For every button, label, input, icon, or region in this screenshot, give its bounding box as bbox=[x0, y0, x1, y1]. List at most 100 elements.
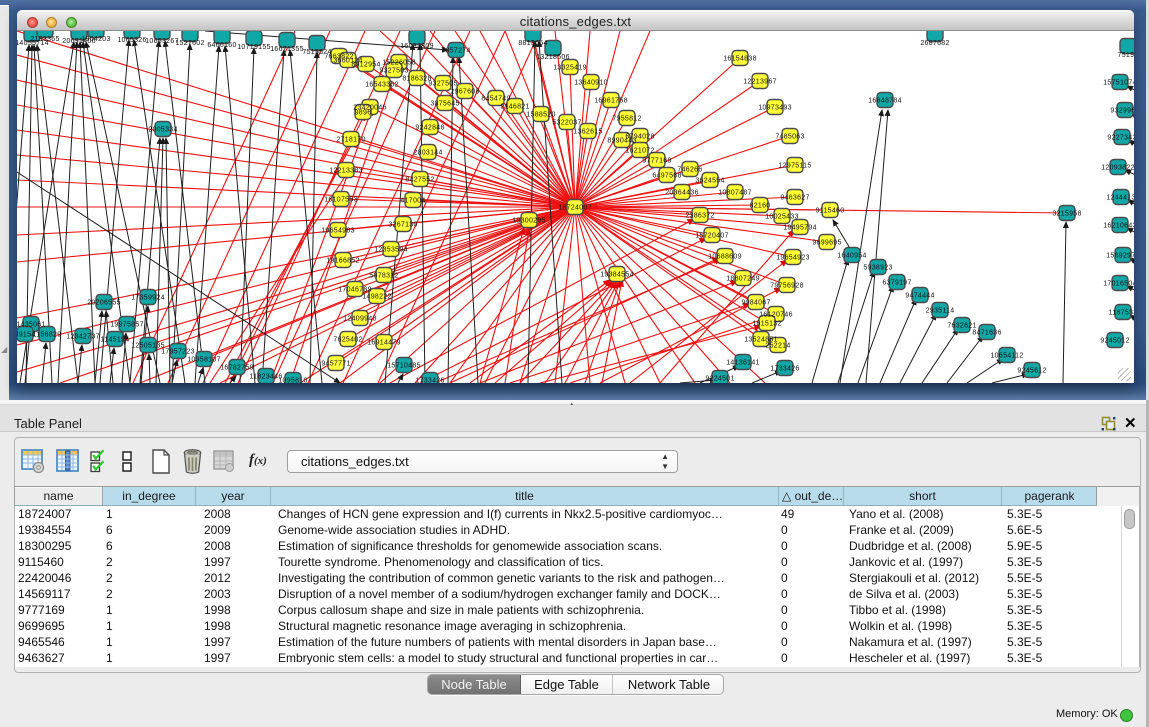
svg-text:9474444: 9474444 bbox=[905, 293, 934, 300]
svg-text:19975857: 19975857 bbox=[110, 322, 144, 329]
svg-text:10719155: 10719155 bbox=[237, 44, 271, 51]
svg-text:3875645: 3875645 bbox=[430, 101, 459, 108]
svg-text:9463627: 9463627 bbox=[780, 195, 809, 202]
svg-text:1804203: 1804203 bbox=[81, 36, 110, 43]
svg-text:19654983: 19654983 bbox=[321, 228, 355, 235]
svg-text:18300295: 18300295 bbox=[512, 218, 546, 225]
svg-text:2803144: 2803144 bbox=[413, 150, 442, 157]
svg-text:16107553: 16107553 bbox=[324, 197, 358, 204]
svg-text:1065326: 1065326 bbox=[117, 37, 146, 44]
svg-text:6379197: 6379197 bbox=[882, 280, 911, 287]
svg-text:10025433: 10025433 bbox=[765, 214, 799, 221]
svg-text:14136141: 14136141 bbox=[726, 360, 760, 367]
svg-text:16914479: 16914479 bbox=[367, 340, 401, 347]
svg-text:2193365: 2193365 bbox=[30, 36, 59, 43]
svg-text:3624554: 3624554 bbox=[695, 178, 724, 185]
svg-text:16154838: 16154838 bbox=[723, 56, 757, 63]
svg-text:9327505: 9327505 bbox=[428, 81, 457, 88]
svg-text:12975115: 12975115 bbox=[778, 163, 811, 170]
svg-text:1621072: 1621072 bbox=[625, 148, 654, 155]
svg-text:82160: 82160 bbox=[750, 203, 771, 210]
svg-text:16543362: 16543362 bbox=[365, 82, 399, 89]
svg-text:5322037: 5322037 bbox=[552, 120, 581, 127]
svg-text:1244413: 1244413 bbox=[1106, 195, 1134, 202]
svg-text:9115460: 9115460 bbox=[816, 208, 845, 215]
svg-text:8912954: 8912954 bbox=[351, 62, 380, 69]
svg-text:12342737: 12342737 bbox=[66, 334, 100, 341]
svg-text:9227343: 9227343 bbox=[1107, 135, 1134, 142]
svg-text:9245612: 9245612 bbox=[1017, 368, 1046, 375]
svg-text:1435061: 1435061 bbox=[17, 322, 46, 329]
svg-text:10654112: 10654112 bbox=[990, 353, 1023, 360]
svg-text:5878312: 5878312 bbox=[369, 273, 398, 280]
svg-text:15751074: 15751074 bbox=[1103, 80, 1134, 87]
svg-text:6466160: 6466160 bbox=[207, 42, 236, 49]
svg-text:12353594: 12353594 bbox=[374, 247, 408, 254]
svg-text:2967608: 2967608 bbox=[450, 89, 479, 96]
svg-text:1167533: 1167533 bbox=[1109, 310, 1134, 317]
svg-text:7955812: 7955812 bbox=[612, 116, 641, 123]
svg-text:19654923: 19654923 bbox=[776, 255, 810, 262]
svg-text:9146821: 9146821 bbox=[500, 104, 529, 111]
svg-text:12213967: 12213967 bbox=[743, 79, 777, 86]
svg-text:3267130: 3267130 bbox=[388, 222, 417, 229]
svg-text:16671355: 16671355 bbox=[270, 46, 304, 53]
svg-text:9777169: 9777169 bbox=[642, 158, 671, 165]
svg-text:8813054: 8813054 bbox=[518, 40, 547, 47]
svg-text:12213383: 12213383 bbox=[329, 168, 363, 175]
svg-text:1527602: 1527602 bbox=[175, 40, 204, 47]
svg-text:16033809: 16033809 bbox=[400, 43, 434, 50]
svg-text:10688609: 10688609 bbox=[708, 254, 742, 261]
svg-text:252214: 252214 bbox=[765, 343, 790, 350]
svg-text:17957223: 17957223 bbox=[161, 349, 195, 356]
svg-text:79756928: 79756928 bbox=[770, 283, 804, 290]
svg-text:10653267: 10653267 bbox=[145, 38, 179, 45]
svg-text:10958107: 10958107 bbox=[187, 357, 221, 364]
svg-text:1640954: 1640954 bbox=[837, 253, 866, 260]
svg-text:8471636: 8471636 bbox=[972, 330, 1001, 337]
svg-text:1733426: 1733426 bbox=[770, 366, 799, 373]
svg-text:13325419: 13325419 bbox=[553, 65, 587, 72]
svg-text:9699695: 9699695 bbox=[812, 240, 841, 247]
svg-text:2935114: 2935114 bbox=[926, 308, 955, 315]
svg-text:1733426: 1733426 bbox=[415, 378, 444, 384]
svg-text:2687682: 2687682 bbox=[920, 40, 949, 47]
svg-text:9327503: 9327503 bbox=[379, 68, 408, 75]
svg-text:20206555: 20206555 bbox=[87, 300, 121, 307]
svg-text:19166852: 19166852 bbox=[326, 258, 360, 265]
svg-text:10807487: 10807487 bbox=[718, 190, 752, 197]
svg-text:15710485: 15710485 bbox=[387, 363, 421, 370]
svg-text:15720407: 15720407 bbox=[695, 233, 729, 240]
svg-text:19495794: 19495794 bbox=[783, 225, 817, 232]
svg-text:1588520: 1588520 bbox=[526, 112, 555, 119]
svg-text:9224501: 9224501 bbox=[705, 376, 734, 383]
svg-text:9242848: 9242848 bbox=[415, 125, 444, 132]
svg-text:16782759: 16782759 bbox=[220, 365, 254, 372]
svg-text:18724007: 18724007 bbox=[558, 205, 592, 212]
svg-text:6794028: 6794028 bbox=[625, 134, 654, 141]
svg-text:6497568: 6497568 bbox=[652, 173, 681, 180]
svg-text:417004: 417004 bbox=[400, 198, 425, 205]
svg-text:18807249: 18807249 bbox=[726, 276, 760, 283]
svg-text:7485063: 7485063 bbox=[775, 134, 804, 141]
svg-text:9457771: 9457771 bbox=[321, 361, 350, 368]
svg-text:3215958: 3215958 bbox=[1052, 211, 1081, 218]
svg-text:2386372: 2386372 bbox=[685, 213, 714, 220]
svg-text:746266: 746266 bbox=[677, 167, 702, 174]
svg-text:1498222: 1498222 bbox=[362, 294, 391, 301]
svg-text:10973493: 10973493 bbox=[758, 105, 792, 112]
svg-text:2718170: 2718170 bbox=[336, 137, 365, 144]
svg-text:9245012: 9245012 bbox=[1100, 338, 1129, 345]
svg-text:17046789: 17046789 bbox=[338, 287, 372, 294]
svg-text:13640910: 13640910 bbox=[574, 80, 608, 87]
svg-text:20364436: 20364436 bbox=[665, 190, 699, 197]
svg-text:8427552: 8427552 bbox=[405, 177, 434, 184]
svg-text:17016504: 17016504 bbox=[1103, 281, 1134, 288]
svg-text:7632621: 7632621 bbox=[947, 323, 976, 330]
svg-text:13218506: 13218506 bbox=[536, 54, 570, 61]
svg-text:1156829: 1156829 bbox=[33, 332, 62, 339]
svg-text:16961758: 16961758 bbox=[594, 98, 628, 105]
svg-text:1615132: 1615132 bbox=[752, 321, 781, 328]
svg-text:16648784: 16648784 bbox=[868, 98, 902, 105]
svg-text:12093822: 12093822 bbox=[1101, 165, 1134, 172]
